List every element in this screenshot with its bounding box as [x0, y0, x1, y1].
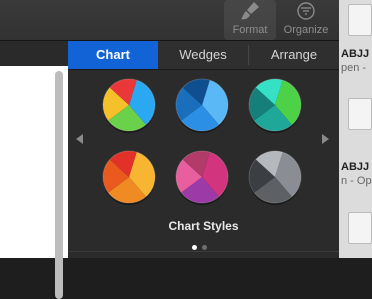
file-title-1: ABJJ: [341, 48, 370, 60]
filter-list-icon: [297, 2, 315, 20]
previous-page-arrow-icon[interactable]: [76, 134, 83, 144]
pie-thumbnail-icon: [175, 150, 229, 205]
page-indicator: [192, 237, 212, 255]
toolbar: Format Organize: [0, 0, 339, 41]
tab-wedges[interactable]: Wedges: [158, 41, 248, 69]
page-dot[interactable]: [202, 245, 207, 250]
chart-style-option[interactable]: [101, 77, 157, 133]
pie-thumbnail-icon: [102, 150, 156, 205]
canvas-ruler: [0, 41, 68, 66]
pie-thumbnail-icon: [248, 78, 302, 133]
chart-style-option[interactable]: [174, 149, 230, 205]
pie-thumbnail-icon: [102, 78, 156, 133]
document-canvas[interactable]: [0, 41, 68, 299]
tab-chart[interactable]: Chart: [68, 41, 158, 69]
chart-style-option[interactable]: [101, 149, 157, 205]
chart-styles-caption: Chart Styles: [168, 219, 239, 233]
file-icon: [348, 212, 372, 244]
organize-label: Organize: [283, 24, 329, 36]
inspector-tabs: Chart Wedges Arrange: [68, 41, 339, 70]
pie-thumbnail-icon: [175, 78, 229, 133]
background-window: ABJJ pen - ABJJ n - Op: [339, 0, 372, 258]
file-label-2: ABJJ n - Op: [341, 160, 372, 188]
file-icon: [348, 98, 372, 130]
chart-style-option[interactable]: [247, 77, 303, 133]
format-inspector-panel: Chart Wedges Arrange Chart Styles: [68, 41, 339, 258]
panel-divider: [68, 251, 339, 252]
file-subtitle-2: n - Op: [341, 175, 372, 187]
paintbrush-icon: [241, 2, 259, 20]
page-dot[interactable]: [192, 245, 197, 250]
next-page-arrow-icon[interactable]: [322, 134, 329, 144]
chart-style-option[interactable]: [174, 77, 230, 133]
pie-thumbnail-icon: [248, 150, 302, 205]
file-subtitle-1: pen -: [341, 62, 367, 74]
chart-style-option[interactable]: [247, 149, 303, 205]
file-label-1: ABJJ pen -: [341, 47, 372, 75]
format-label: Format: [232, 24, 268, 36]
organize-button[interactable]: Organize: [277, 0, 335, 40]
file-icon: [348, 4, 372, 36]
vertical-scrollbar[interactable]: [55, 71, 63, 299]
format-button[interactable]: Format: [224, 0, 276, 40]
tab-arrange[interactable]: Arrange: [249, 41, 339, 69]
file-title-2: ABJJ: [341, 161, 370, 173]
